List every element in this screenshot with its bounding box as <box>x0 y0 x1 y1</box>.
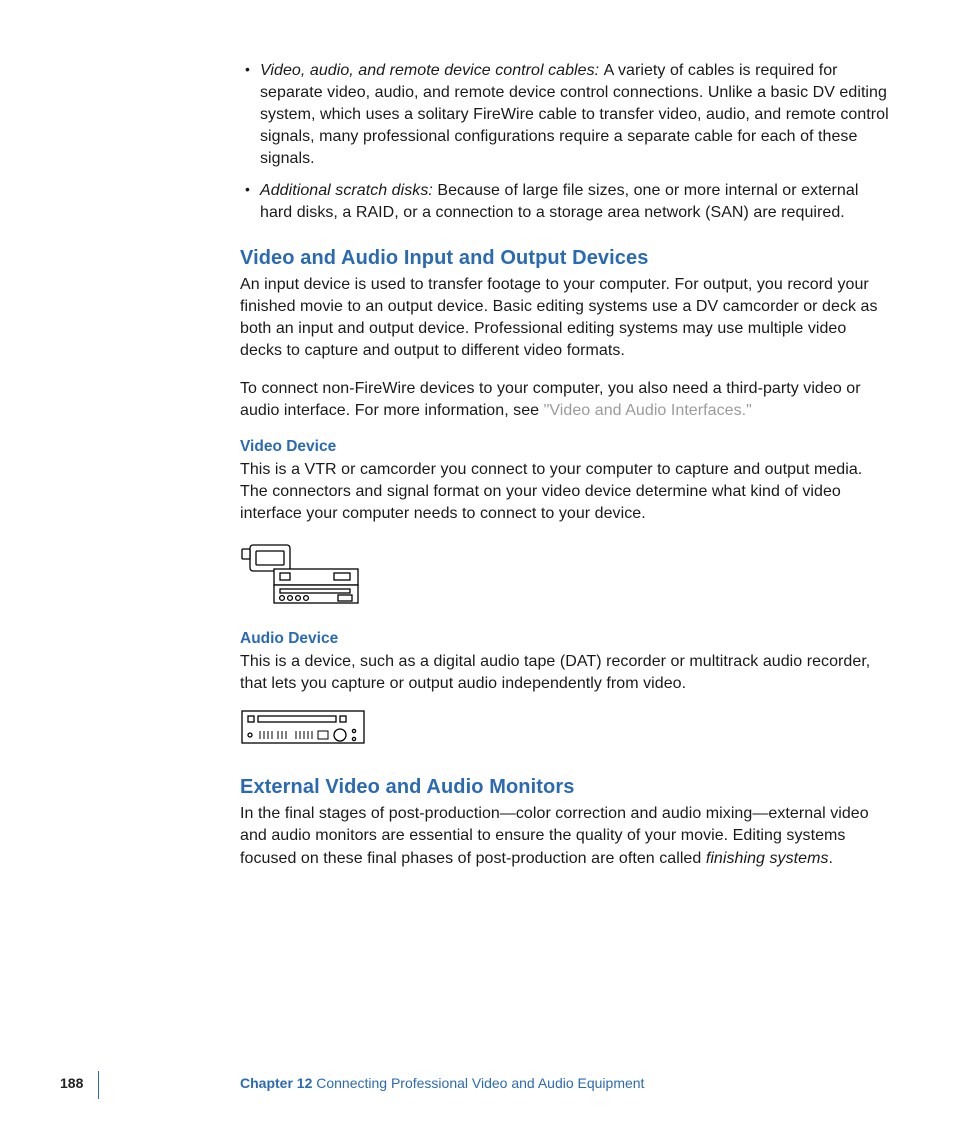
chapter-label: Chapter 12 <box>240 1075 312 1091</box>
section-heading-io-devices: Video and Audio Input and Output Devices <box>240 247 890 270</box>
page: Video, audio, and remote device control … <box>0 0 954 1145</box>
footer-divider <box>98 1071 99 1099</box>
body-paragraph: To connect non-FireWire devices to your … <box>240 378 890 422</box>
bullet-item: Additional scratch disks: Because of lar… <box>240 180 890 224</box>
content-column: Video, audio, and remote device control … <box>240 60 890 886</box>
subsection-heading-audio-device: Audio Device <box>240 630 890 648</box>
bullet-list: Video, audio, and remote device control … <box>240 60 890 225</box>
figure-video-device <box>240 539 890 614</box>
cross-reference-link[interactable]: "Video and Audio Interfaces." <box>544 402 752 419</box>
chapter-title: Connecting Professional Video and Audio … <box>312 1075 644 1091</box>
page-footer: 188 Chapter 12 Connecting Professional V… <box>0 1075 954 1097</box>
body-paragraph: An input device is used to transfer foot… <box>240 274 890 362</box>
bullet-lead: Video, audio, and remote device control … <box>260 62 604 79</box>
subsection-heading-video-device: Video Device <box>240 438 890 456</box>
chapter-reference: Chapter 12 Connecting Professional Video… <box>240 1075 644 1091</box>
camcorder-vtr-icon <box>240 539 370 609</box>
body-paragraph: In the final stages of post-production—c… <box>240 803 890 869</box>
body-emphasis: finishing systems <box>706 850 829 867</box>
body-paragraph: This is a device, such as a digital audi… <box>240 651 890 695</box>
bullet-item: Video, audio, and remote device control … <box>240 60 890 170</box>
audio-recorder-icon <box>240 709 370 749</box>
bullet-lead: Additional scratch disks: <box>260 182 437 199</box>
section-heading-external-monitors: External Video and Audio Monitors <box>240 776 890 799</box>
body-text: . <box>829 850 834 867</box>
page-number: 188 <box>60 1075 83 1091</box>
figure-audio-device <box>240 709 890 754</box>
body-paragraph: This is a VTR or camcorder you connect t… <box>240 459 890 525</box>
